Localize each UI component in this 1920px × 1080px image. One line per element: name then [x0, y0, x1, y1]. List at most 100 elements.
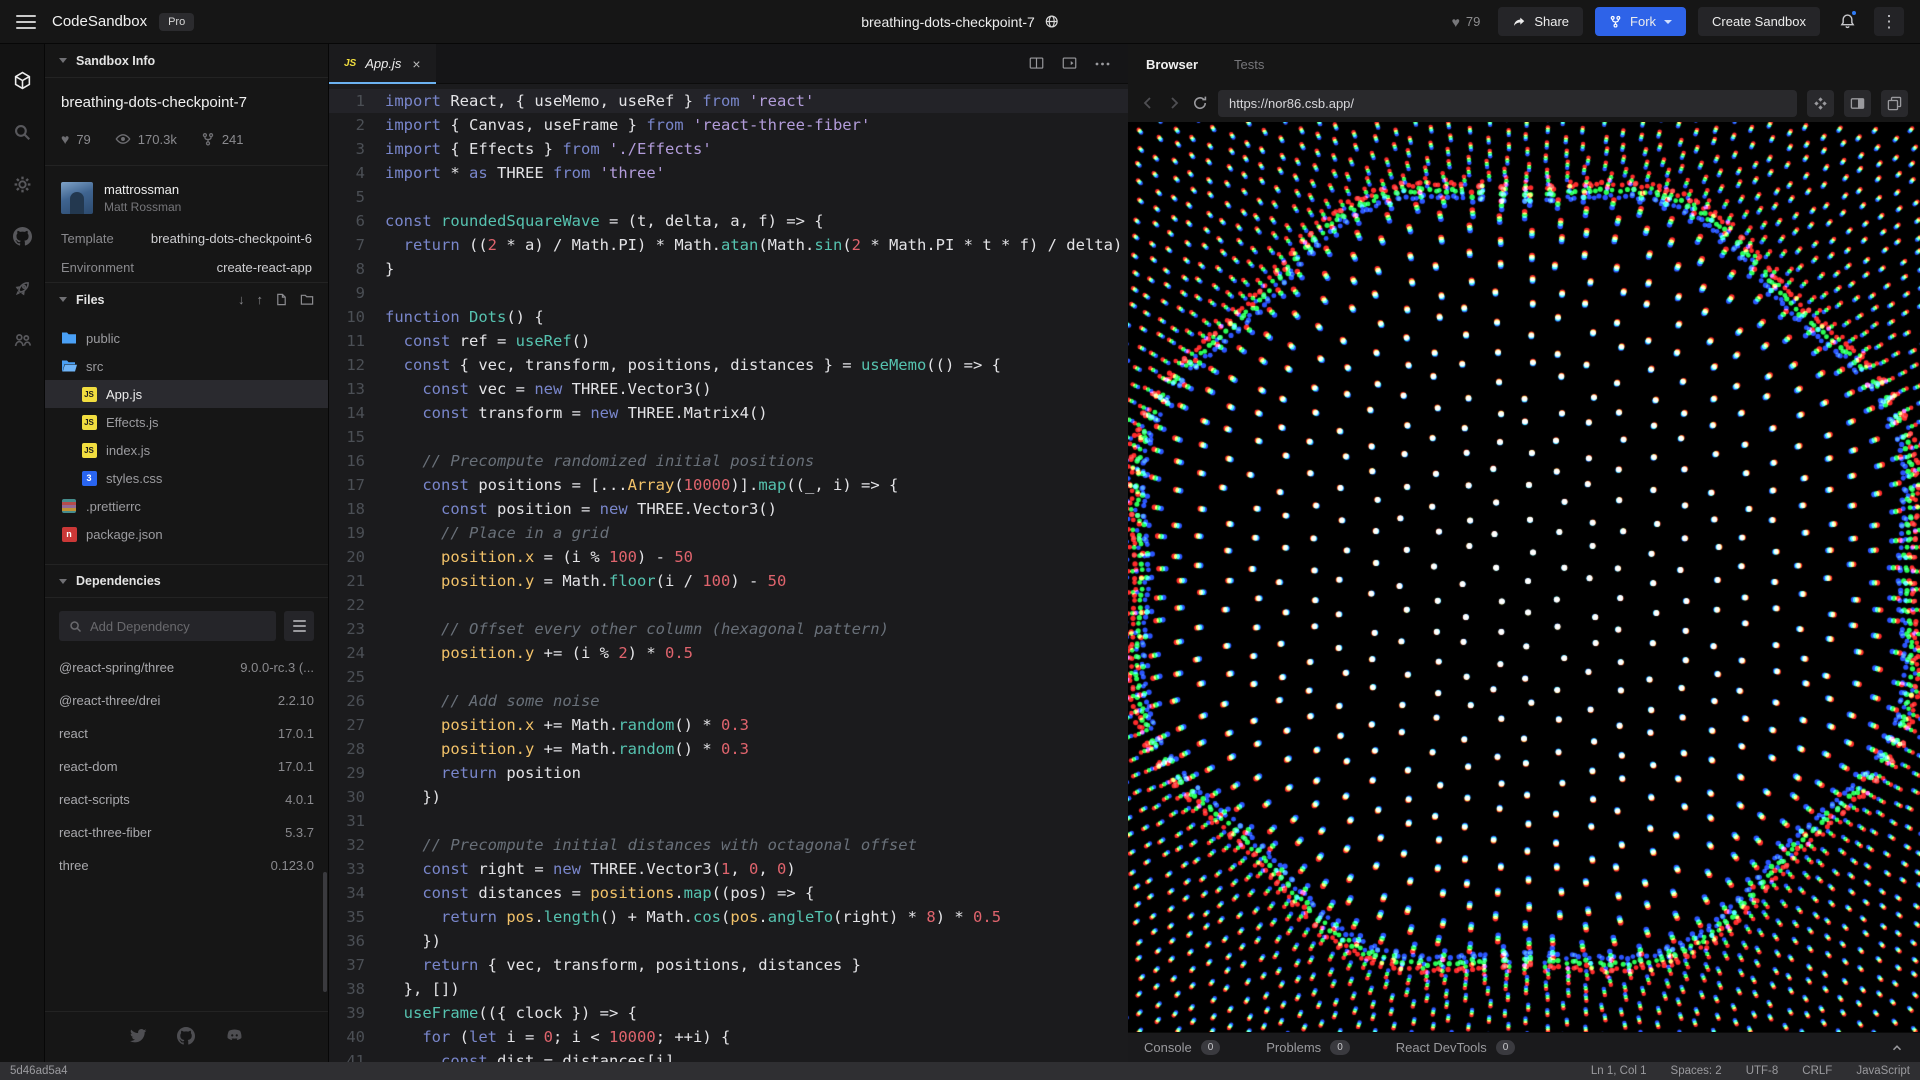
tab-app-js[interactable]: JS App.js ×	[329, 44, 436, 84]
new-folder-button[interactable]	[300, 293, 314, 306]
environment-value[interactable]: create-react-app	[217, 260, 312, 275]
editor-more-options-button[interactable]	[1095, 62, 1110, 66]
github-icon[interactable]	[177, 1027, 195, 1045]
preview-layout-button[interactable]	[1062, 56, 1077, 71]
code-line[interactable]: 18 const position = new THREE.Vector3()	[329, 497, 1128, 521]
responsive-mode-button[interactable]	[1807, 89, 1834, 117]
code-line[interactable]: 36 })	[329, 929, 1128, 953]
code-line[interactable]: 7 return ((2 * a) / Math.PI) * Math.atan…	[329, 233, 1128, 257]
code-line[interactable]: 10 function Dots() {	[329, 305, 1128, 329]
open-in-new-window-button[interactable]	[1881, 89, 1908, 117]
dependency-list-toggle-button[interactable]	[284, 611, 314, 641]
code-line[interactable]: 12 const { vec, transform, positions, di…	[329, 353, 1128, 377]
live-collaboration-tab[interactable]	[0, 314, 44, 366]
code-line[interactable]: 8}	[329, 257, 1128, 281]
code-line[interactable]: 27 position.x += Math.random() * 0.3	[329, 713, 1128, 737]
file-row[interactable]: src	[45, 352, 328, 380]
dependency-row[interactable]: react 17.0.1	[59, 717, 314, 750]
code-line[interactable]: 38 }, [])	[329, 977, 1128, 1001]
likes-stat[interactable]: ♥ 79	[61, 131, 91, 147]
code-line[interactable]: 34 const distances = positions.map((pos)…	[329, 881, 1128, 905]
code-line[interactable]: 19 // Place in a grid	[329, 521, 1128, 545]
devtools-tab[interactable]: Problems 0	[1266, 1040, 1350, 1055]
file-row[interactable]: JS index.js	[45, 436, 328, 464]
code-line[interactable]: 1 import React, { useMemo, useRef } from …	[329, 89, 1128, 113]
split-editor-button[interactable]	[1029, 56, 1044, 71]
more-options-button[interactable]: ⋮	[1874, 7, 1904, 36]
sidebar-scrollbar[interactable]	[323, 872, 327, 992]
breathing-dots-canvas[interactable]	[1128, 122, 1920, 1032]
code-line[interactable]: 26 // Add some noise	[329, 689, 1128, 713]
export-zip-button[interactable]: ↓	[238, 292, 245, 307]
like-count[interactable]: ♥ 79	[1452, 14, 1481, 30]
code-line[interactable]: 13 const vec = new THREE.Vector3()	[329, 377, 1128, 401]
devtools-tab[interactable]: Console 0	[1144, 1040, 1221, 1055]
pro-badge[interactable]: Pro	[159, 12, 195, 31]
code-line[interactable]: 14 const transform = new THREE.Matrix4()	[329, 401, 1128, 425]
files-section-header[interactable]: Files ↓ ↑	[45, 282, 328, 316]
url-bar[interactable]	[1218, 89, 1797, 117]
url-input[interactable]	[1229, 95, 1786, 111]
create-sandbox-button[interactable]: Create Sandbox	[1698, 7, 1820, 36]
code-line[interactable]: 21 position.y = Math.floor(i / 100) - 50	[329, 569, 1128, 593]
sandbox-explorer-tab[interactable]	[0, 54, 44, 106]
sandbox-info-section-header[interactable]: Sandbox Info	[45, 44, 328, 78]
code-editor[interactable]: 1 import React, { useMemo, useRef } from …	[329, 84, 1128, 1062]
code-line[interactable]: 31	[329, 809, 1128, 833]
code-line[interactable]: 11 const ref = useRef()	[329, 329, 1128, 353]
expand-console-button[interactable]	[1890, 1041, 1904, 1055]
dependencies-section-header[interactable]: Dependencies	[45, 564, 328, 598]
menu-button[interactable]	[16, 14, 36, 29]
preview-tab-browser[interactable]: Browser	[1146, 57, 1198, 72]
back-button[interactable]	[1140, 95, 1156, 111]
forward-button[interactable]	[1166, 95, 1182, 111]
app-preview-viewport[interactable]	[1128, 122, 1920, 1032]
code-line[interactable]: 32 // Precompute initial distances with …	[329, 833, 1128, 857]
file-row[interactable]: JS App.js	[45, 380, 328, 408]
share-button[interactable]: Share	[1498, 7, 1584, 36]
code-line[interactable]: 39 useFrame(({ clock }) => {	[329, 1001, 1128, 1025]
notifications-button[interactable]	[1832, 7, 1862, 36]
language-mode[interactable]: JavaScript	[1856, 1065, 1910, 1077]
eol-setting[interactable]: CRLF	[1802, 1065, 1832, 1077]
code-line[interactable]: 5	[329, 185, 1128, 209]
code-line[interactable]: 28 position.y += Math.random() * 0.3	[329, 737, 1128, 761]
add-dependency-input[interactable]	[90, 618, 266, 634]
split-preview-button[interactable]	[1844, 89, 1871, 117]
dependency-row[interactable]: react-three-fiber 5.3.7	[59, 816, 314, 849]
twitter-icon[interactable]	[129, 1027, 147, 1045]
code-line[interactable]: 24 position.y += (i % 2) * 0.5	[329, 641, 1128, 665]
code-line[interactable]: 33 const right = new THREE.Vector3(1, 0,…	[329, 857, 1128, 881]
file-row[interactable]: JS Effects.js	[45, 408, 328, 436]
settings-tab[interactable]	[0, 158, 44, 210]
code-line[interactable]: 17 const positions = [...Array(10000)].m…	[329, 473, 1128, 497]
file-row[interactable]: n package.json	[45, 520, 328, 548]
dependency-row[interactable]: three 0.123.0	[59, 849, 314, 882]
file-row[interactable]: public	[45, 324, 328, 352]
code-line[interactable]: 35 return pos.length() + Math.cos(pos.an…	[329, 905, 1128, 929]
code-line[interactable]: 6 const roundedSquareWave = (t, delta, a,…	[329, 209, 1128, 233]
dependency-row[interactable]: @react-three/drei 2.2.10	[59, 684, 314, 717]
code-line[interactable]: 22	[329, 593, 1128, 617]
dependency-row[interactable]: @react-spring/three 9.0.0-rc.3 (...	[59, 651, 314, 684]
preview-tab-tests[interactable]: Tests	[1234, 57, 1264, 72]
code-line[interactable]: 3 import { Effects } from './Effects'	[329, 137, 1128, 161]
file-row[interactable]: .prettierrc	[45, 492, 328, 520]
devtools-tab[interactable]: React DevTools 0	[1396, 1040, 1516, 1055]
close-tab-button[interactable]: ×	[412, 56, 420, 72]
code-line[interactable]: 20 position.x = (i % 100) - 50	[329, 545, 1128, 569]
new-file-button[interactable]	[275, 293, 288, 306]
refresh-button[interactable]	[1192, 95, 1208, 111]
encoding-setting[interactable]: UTF-8	[1746, 1065, 1779, 1077]
code-line[interactable]: 40 for (let i = 0; i < 10000; ++i) {	[329, 1025, 1128, 1049]
dependency-search-box[interactable]	[59, 611, 276, 641]
code-line[interactable]: 37 return { vec, transform, positions, d…	[329, 953, 1128, 977]
code-line[interactable]: 4 import * as THREE from 'three'	[329, 161, 1128, 185]
search-tab[interactable]	[0, 106, 44, 158]
code-line[interactable]: 2 import { Canvas, useFrame } from 'react…	[329, 113, 1128, 137]
code-line[interactable]: 15	[329, 425, 1128, 449]
code-line[interactable]: 23 // Offset every other column (hexagon…	[329, 617, 1128, 641]
fork-button[interactable]: Fork	[1595, 7, 1687, 36]
dependency-row[interactable]: react-scripts 4.0.1	[59, 783, 314, 816]
author-row[interactable]: mattrossman Matt Rossman	[45, 166, 328, 224]
